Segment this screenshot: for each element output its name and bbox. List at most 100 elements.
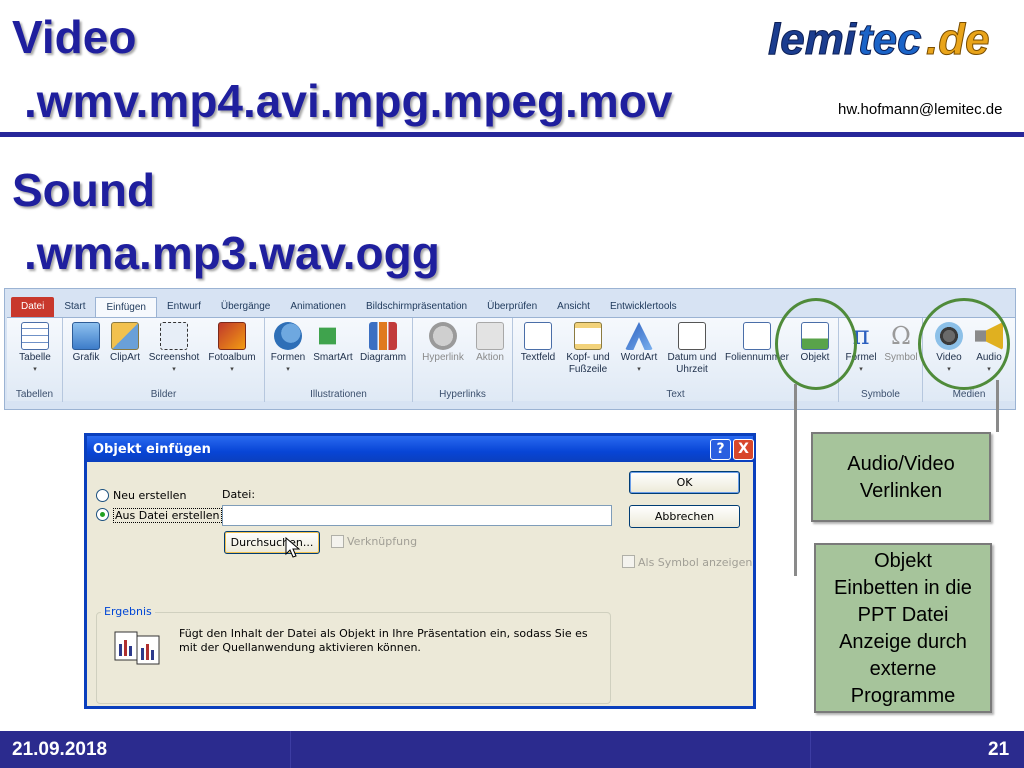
screenshot-label: Screenshot (148, 352, 200, 363)
mouse-cursor-icon (285, 537, 301, 558)
highlight-ring-medien (918, 298, 1010, 390)
diagramm-button[interactable]: Diagramm (357, 322, 409, 364)
slide-number-icon (743, 322, 771, 350)
picture-icon (72, 322, 100, 350)
tab-uebergaenge[interactable]: Übergänge (211, 297, 280, 317)
title-video: Video (12, 11, 137, 63)
smartart-button[interactable]: SmartArt (309, 322, 357, 364)
note-audio-video: Audio/Video Verlinken (811, 432, 991, 522)
file-label: Datei: (222, 488, 256, 501)
tabelle-label: Tabelle (19, 352, 51, 363)
diagramm-label: Diagramm (359, 352, 407, 363)
textfeld-label: Textfeld (520, 352, 556, 363)
tab-ueberpruefen[interactable]: Überprüfen (477, 297, 547, 317)
grafik-button[interactable]: Grafik (67, 322, 105, 364)
link-label: Verknüpfung (347, 535, 418, 548)
tab-einfuegen[interactable]: Einfügen (95, 297, 157, 317)
group-label-illustrationen: Illustrationen (310, 389, 367, 400)
camera-icon (160, 322, 188, 350)
help-button[interactable]: ? (710, 439, 731, 460)
aktion-button[interactable]: Aktion (471, 322, 509, 364)
formen-button[interactable]: Formen ▾ (267, 322, 309, 376)
note-embed-line2: Einbetten in die (834, 577, 972, 599)
slide: Video .wmv.mp4.avi.mpg.mpeg.mov Sound .w… (0, 0, 1024, 768)
result-description: Fügt den Inhalt der Datei als Objekt in … (179, 627, 588, 654)
chevron-down-icon: ▾ (230, 366, 234, 373)
connector-objekt (794, 384, 797, 576)
result-label: Ergebnis (101, 605, 155, 618)
as-symbol-checkbox[interactable] (622, 555, 635, 568)
embedded-document-icon (114, 631, 160, 665)
clipart-button[interactable]: ClipArt (105, 322, 145, 364)
chevron-down-icon: ▾ (286, 366, 290, 373)
dialog-title: Objekt einfügen (93, 442, 211, 457)
symbol-button[interactable]: Ω Symbol (881, 322, 921, 364)
contact-email: hw.hofmann@lemitec.de (838, 101, 1003, 118)
tab-animationen[interactable]: Animationen (280, 297, 356, 317)
kopf-fusszeile-label-1: Kopf- und (566, 352, 610, 363)
ribbon-body: Tabelle ▾ Tabellen Grafik ClipArt Screen… (7, 317, 1015, 402)
fotoalbum-button[interactable]: Fotoalbum ▾ (203, 322, 261, 376)
group-label-tabellen: Tabellen (15, 389, 54, 400)
clipart-label: ClipArt (109, 352, 140, 363)
link-checkbox[interactable] (331, 535, 344, 548)
chevron-down-icon: ▾ (33, 366, 37, 373)
tab-start[interactable]: Start (54, 297, 95, 317)
radio-new[interactable] (96, 489, 109, 502)
formen-label: Formen (270, 352, 306, 363)
result-groupbox (96, 612, 611, 704)
table-icon (21, 322, 49, 350)
browse-button[interactable]: Durchsuchen... (224, 531, 320, 554)
title-sound: Sound (12, 164, 156, 216)
textfeld-button[interactable]: Textfeld (517, 322, 559, 364)
screenshot-button[interactable]: Screenshot ▾ (145, 322, 203, 376)
tab-bildschirmpraesentation[interactable]: Bildschirmpräsentation (356, 297, 477, 317)
group-bilder: Grafik ClipArt Screenshot ▾ Fotoalbum ▾ … (63, 318, 265, 402)
smartart-label: SmartArt (313, 352, 353, 363)
ok-button[interactable]: OK (629, 471, 740, 494)
note-audio-video-line1: Audio/Video (847, 453, 955, 475)
tab-entwurf[interactable]: Entwurf (157, 297, 211, 317)
dialog-titlebar[interactable]: Objekt einfügen ? X (87, 436, 754, 462)
connector-medien (996, 380, 999, 432)
svg-text:.de: .de (926, 15, 990, 64)
highlight-ring-objekt (775, 298, 857, 390)
note-embed-line3: PPT Datei (857, 604, 949, 626)
note-embed-line4: Anzeige durch (839, 631, 967, 653)
note-embed-line6: Programme (850, 685, 956, 707)
header-rule (0, 132, 1024, 137)
omega-icon: Ω (891, 322, 911, 350)
footer-date: 21.09.2018 (12, 739, 108, 760)
insert-object-dialog: Objekt einfügen ? X Neu erstellen Aus Da… (84, 433, 756, 709)
close-button[interactable]: X (733, 439, 754, 460)
radio-new-label[interactable]: Neu erstellen (113, 489, 186, 502)
note-embed-object: Objekt Einbetten in die PPT Datei Anzeig… (814, 543, 992, 713)
datum-uhrzeit-button[interactable]: Datum und Uhrzeit (663, 322, 721, 376)
file-path-input[interactable] (222, 505, 612, 526)
powerpoint-ribbon: Datei Start Einfügen Entwurf Übergänge A… (4, 288, 1016, 410)
ribbon-tab-bar: Datei Start Einfügen Entwurf Übergänge A… (5, 295, 1015, 317)
hyperlink-button[interactable]: Hyperlink (417, 322, 469, 364)
globe-icon (429, 322, 457, 350)
footer-divider (810, 731, 811, 768)
lemitec-logo: lemi tec .de (768, 15, 991, 65)
tab-entwicklertools[interactable]: Entwicklertools (600, 297, 687, 317)
radio-from-file[interactable] (96, 508, 109, 521)
cancel-button[interactable]: Abbrechen (629, 505, 740, 528)
radio-from-file-label[interactable]: Aus Datei erstellen (113, 508, 222, 523)
note-embed-line1: Objekt (874, 550, 932, 572)
slide-footer: 21.09.2018 21 (0, 731, 1024, 768)
grafik-label: Grafik (72, 352, 100, 363)
tabelle-button[interactable]: Tabelle ▾ (13, 322, 57, 376)
shapes-icon (274, 322, 302, 350)
wordart-button[interactable]: WordArt ▾ (617, 322, 661, 376)
group-label-medien: Medien (952, 389, 986, 400)
tab-datei[interactable]: Datei (11, 297, 55, 317)
textbox-icon (524, 322, 552, 350)
tab-ansicht[interactable]: Ansicht (547, 297, 600, 317)
datum-label-2: Uhrzeit (676, 364, 708, 375)
group-label-hyperlinks: Hyperlinks (439, 389, 486, 400)
kopf-fusszeile-label-2: Fußzeile (568, 364, 608, 375)
title-sound-formats: .wma.mp3.wav.ogg (24, 227, 440, 279)
kopf-fusszeile-button[interactable]: Kopf- und Fußzeile (561, 322, 615, 376)
